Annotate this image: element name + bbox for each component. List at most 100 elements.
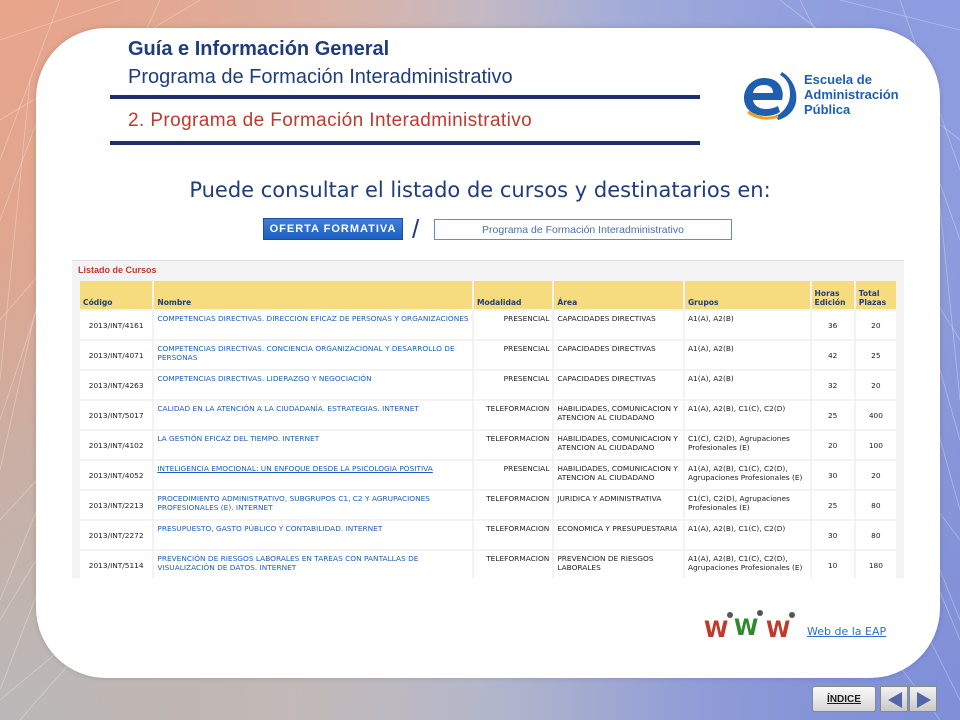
course-area: CAPACIDADES DIRECTIVAS [554, 371, 683, 399]
table-row: 2013/INT/4071 COMPETENCIAS DIRECTIVAS. CO… [80, 341, 896, 369]
col-header-horas: Horas Edición [811, 281, 854, 309]
course-area: HABILIDADES, COMUNICACION Y ATENCION AL … [554, 431, 683, 459]
course-horas: 10 [811, 551, 854, 579]
course-horas: 42 [811, 341, 854, 369]
course-area: PREVENCION DE RIESGOS LABORALES [554, 551, 683, 579]
course-area: CAPACIDADES DIRECTIVAS [554, 311, 683, 339]
course-code: 2013/INT/4071 [80, 341, 153, 369]
course-name-link[interactable]: LA GESTIÓN EFICAZ DEL TIEMPO. INTERNET [154, 431, 472, 459]
www-icon: W W W [704, 610, 795, 643]
col-header-grupos: Grupos [684, 281, 810, 309]
table-row: 2013/INT/4161 COMPETENCIAS DIRECTIVAS. DI… [80, 311, 896, 339]
table-row: 2013/INT/2272 PRESUPUESTO, GASTO PÚBLICO … [80, 521, 896, 549]
course-code: 2013/INT/2272 [80, 521, 153, 549]
table-row: 2013/INT/4263 COMPETENCIAS DIRECTIVAS. LI… [80, 371, 896, 399]
course-grupos: C1(C), C2(D), Agrupaciones Profesionales… [684, 431, 810, 459]
course-name-link[interactable]: PREVENCIÓN DE RIESGOS LABORALES EN TAREA… [154, 551, 472, 579]
course-modalidad: TELEFORMACION [473, 401, 553, 429]
course-area: CAPACIDADES DIRECTIVAS [554, 341, 683, 369]
course-plazas: 100 [855, 431, 896, 459]
course-grupos: C1(C), C2(D), Agrupaciones Profesionales… [684, 491, 810, 519]
course-plazas: 80 [855, 521, 896, 549]
course-code: 2013/INT/4263 [80, 371, 153, 399]
course-modalidad: PRESENCIAL [473, 311, 553, 339]
course-name-link[interactable]: COMPETENCIAS DIRECTIVAS. CONCIENCIA ORGA… [154, 341, 472, 369]
course-area: ECONOMICA Y PRESUPUESTARIA [554, 521, 683, 549]
course-grupos: A1(A), A2(B), C1(C), C2(D), Agrupaciones… [684, 551, 810, 579]
courses-table: Código Nombre Modalidad Área Grupos Hora… [78, 279, 898, 581]
course-grupos: A1(A), A2(B), C1(C), C2(D) [684, 401, 810, 429]
indice-button[interactable]: ÍNDICE [812, 686, 876, 712]
header-divider-top [110, 95, 700, 99]
course-modalidad: PRESENCIAL [473, 371, 553, 399]
course-plazas: 20 [855, 371, 896, 399]
course-plazas: 80 [855, 491, 896, 519]
course-code: 2013/INT/5017 [80, 401, 153, 429]
web-eap-link[interactable]: Web de la EAP [807, 625, 886, 638]
table-row: 2013/INT/5017 CALIDAD EN LA ATENCIÓN A LA… [80, 401, 896, 429]
course-plazas: 20 [855, 311, 896, 339]
course-code: 2013/INT/4102 [80, 431, 153, 459]
course-area: JURIDICA Y ADMINISTRATIVA [554, 491, 683, 519]
course-plazas: 400 [855, 401, 896, 429]
col-header-plazas: Total Plazas [855, 281, 896, 309]
course-area: HABILIDADES, COMUNICACION Y ATENCION AL … [554, 461, 683, 489]
oferta-formativa-button[interactable]: OFERTA FORMATIVA [263, 218, 403, 240]
course-grupos: A1(A), A2(B) [684, 311, 810, 339]
course-code: 2013/INT/4161 [80, 311, 153, 339]
course-name-link[interactable]: PRESUPUESTO, GASTO PÚBLICO Y CONTABILIDA… [154, 521, 472, 549]
arrow-right-icon [917, 692, 931, 708]
course-horas: 20 [811, 431, 854, 459]
col-header-name: Nombre [154, 281, 472, 309]
col-header-modalidad: Modalidad [473, 281, 553, 309]
course-horas: 32 [811, 371, 854, 399]
next-page-button[interactable] [909, 686, 937, 712]
course-code: 2013/INT/4052 [80, 461, 153, 489]
courses-table-body: 2013/INT/4161 COMPETENCIAS DIRECTIVAS. DI… [80, 311, 896, 579]
course-modalidad: TELEFORMACION [473, 551, 553, 579]
course-horas: 25 [811, 491, 854, 519]
course-name-link[interactable]: COMPETENCIAS DIRECTIVAS. DIRECCION EFICA… [154, 311, 472, 339]
course-code: 2013/INT/2213 [80, 491, 153, 519]
course-plazas: 20 [855, 461, 896, 489]
page-title: Guía e Información General [128, 38, 390, 60]
course-modalidad: PRESENCIAL [473, 461, 553, 489]
course-modalidad: TELEFORMACION [473, 491, 553, 519]
course-modalidad: PRESENCIAL [473, 341, 553, 369]
table-row: 2013/INT/5114 PREVENCIÓN DE RIESGOS LABOR… [80, 551, 896, 579]
course-grupos: A1(A), A2(B), C1(C), C2(D), Agrupaciones… [684, 461, 810, 489]
programa-formacion-button[interactable]: Programa de Formación Interadministrativ… [434, 219, 732, 240]
course-horas: 30 [811, 461, 854, 489]
prev-page-button[interactable] [880, 686, 908, 712]
course-plazas: 180 [855, 551, 896, 579]
svg-text:W: W [704, 618, 728, 643]
svg-text:W: W [766, 618, 790, 643]
arrow-left-icon [888, 692, 902, 708]
course-grupos: A1(A), A2(B), C1(C), C2(D) [684, 521, 810, 549]
course-plazas: 25 [855, 341, 896, 369]
course-name-link[interactable]: CALIDAD EN LA ATENCIÓN A LA CIUDADANÍA. … [154, 401, 472, 429]
eap-logo-text: Escuela de Administración Pública [804, 72, 899, 117]
course-modalidad: TELEFORMACION [473, 521, 553, 549]
lead-text: Puede consultar el listado de cursos y d… [189, 178, 771, 202]
course-code: 2013/INT/5114 [80, 551, 153, 579]
course-grupos: A1(A), A2(B) [684, 371, 810, 399]
course-name-link[interactable]: COMPETENCIAS DIRECTIVAS. LIDERAZGO Y NEG… [154, 371, 472, 399]
courses-heading: Listado de Cursos [78, 265, 157, 275]
course-horas: 25 [811, 401, 854, 429]
col-header-code: Código [80, 281, 153, 309]
table-row: 2013/INT/4102 LA GESTIÓN EFICAZ DEL TIEMP… [80, 431, 896, 459]
eap-logo: Escuela de Administración Pública [742, 66, 912, 122]
link-separator: / [412, 214, 420, 244]
course-area: HABILIDADES, COMUNICACION Y ATENCION AL … [554, 401, 683, 429]
course-grupos: A1(A), A2(B) [684, 341, 810, 369]
table-row: 2013/INT/4052 INTELIGENCIA EMOCIONAL: UN … [80, 461, 896, 489]
courses-panel: Listado de Cursos Código Nombre Modalida… [72, 260, 904, 581]
table-row: 2013/INT/2213 PROCEDIMIENTO ADMINISTRATIV… [80, 491, 896, 519]
svg-text:W: W [734, 616, 758, 641]
eap-logo-icon [744, 72, 797, 120]
course-name-link[interactable]: INTELIGENCIA EMOCIONAL: UN ENFOQUE DESDE… [154, 461, 472, 489]
course-name-link[interactable]: PROCEDIMIENTO ADMINISTRATIVO, SUBGRUPOS … [154, 491, 472, 519]
course-horas: 36 [811, 311, 854, 339]
col-header-area: Área [554, 281, 683, 309]
